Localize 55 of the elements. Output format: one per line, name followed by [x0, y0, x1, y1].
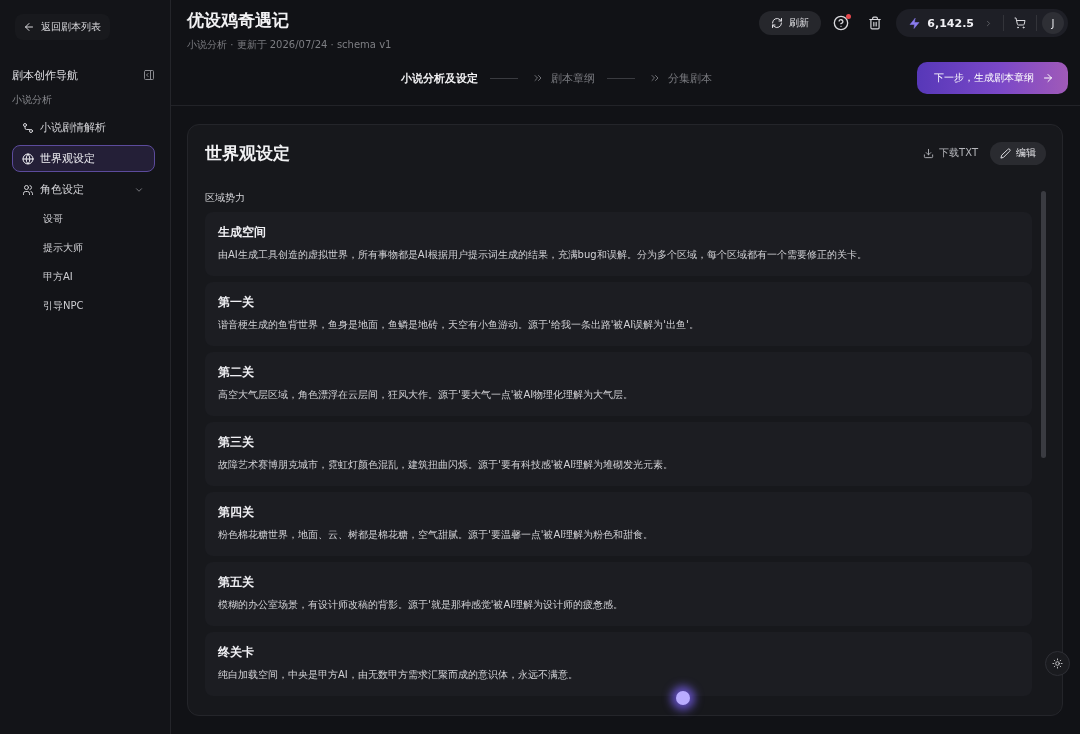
- step-tab[interactable]: 剧本章纲: [550, 70, 595, 86]
- nav-item[interactable]: 小说剧情解析: [12, 114, 155, 141]
- trash-icon[interactable]: [868, 16, 883, 30]
- nav-item[interactable]: 角色设定: [12, 176, 155, 203]
- panel-title: 世界观设定: [205, 141, 290, 165]
- nav-subitem[interactable]: 引导NPC: [12, 293, 155, 318]
- scrollbar-thumb[interactable]: [1041, 191, 1046, 458]
- credits-balance[interactable]: 6,142.5: [927, 16, 974, 30]
- nav-subitem[interactable]: 设哥: [12, 206, 155, 231]
- entry-description: 故障艺术赛博朋克城市，霓虹灯颜色混乱，建筑扭曲闪烁。源于'要有科技感'被AI理解为堆砌发光元素。: [218, 458, 675, 472]
- refresh-button[interactable]: 刷新: [759, 11, 822, 35]
- avatar[interactable]: J: [1042, 12, 1064, 34]
- double-chevron-icon: [648, 72, 661, 84]
- entry-description: 粉色棉花糖世界，地面、云、树都是棉花糖，空气甜腻。源于'要温馨一点'被AI理解为粉色和甜食。: [218, 528, 655, 542]
- double-chevron-icon: [531, 72, 544, 84]
- download-icon: [923, 147, 935, 159]
- group-label: 小说分析: [12, 93, 52, 106]
- entry-description: 纯白加载空间，中央是甲方AI，由无数甲方需求汇聚而成的意识体，永远不满意。: [218, 668, 579, 682]
- step-tab[interactable]: 分集剧本: [667, 70, 712, 86]
- help-button[interactable]: [833, 15, 850, 31]
- entry-description: 谐音梗生成的鱼背世界，鱼身是地面，鱼鳞是地砖，天空有小鱼游动。源于'给我一条出路'被AI误解为'出鱼'。: [218, 318, 700, 332]
- entry-title: 第三关: [218, 434, 255, 450]
- download-button[interactable]: 下载TXT: [923, 146, 978, 160]
- entry-title: 第五关: [218, 574, 255, 590]
- section-label: 区域势力: [205, 191, 246, 205]
- step-tab[interactable]: 小说分析及设定: [400, 70, 478, 86]
- next-step-button[interactable]: 下一步，生成剧本章纲: [917, 62, 1068, 94]
- page-title: 优设鸡奇遇记: [187, 9, 290, 31]
- entry-title: 终关卡: [218, 644, 255, 660]
- nav-subitem[interactable]: 提示大师: [12, 235, 155, 260]
- nav-subitem[interactable]: 甲方AI: [12, 264, 155, 289]
- refresh-icon: [771, 17, 784, 29]
- lightning-icon: [909, 17, 921, 29]
- users-icon: [22, 183, 34, 196]
- entry-title: 第四关: [218, 504, 255, 520]
- help-icon: [833, 15, 850, 31]
- nav-item[interactable]: 世界观设定: [12, 145, 155, 172]
- arrow-right-icon: [1042, 72, 1054, 84]
- page-subtitle: 小说分析 · 更新于 2026/07/24 · schema v1: [187, 39, 392, 51]
- edit-button[interactable]: 编辑: [990, 141, 1046, 165]
- entry-title: 第一关: [218, 294, 255, 310]
- entry-title: 第二关: [218, 364, 255, 380]
- pencil-icon: [1000, 147, 1011, 159]
- entry-description: 模糊的办公室场景，有设计师改稿的背影。源于'就是那种感觉'被AI理解为设计师的疲惫感。: [218, 598, 625, 612]
- arrow-left-icon: [23, 21, 35, 33]
- entry-description: 高空大气层区域，角色漂浮在云层间，狂风大作。源于'要大气一点'被AI物理化理解为大气层。: [218, 388, 635, 402]
- entry-description: 由AI生成工具创造的虚拟世界，所有事物都是AI根据用户提示词生成的结果，充满bug和误解。分为多个区域，每个区域都有一个需要修正的关卡。: [218, 248, 868, 262]
- back-button[interactable]: 返回剧本列表: [15, 14, 110, 40]
- nav-title: 剧本创作导航: [12, 67, 78, 83]
- nodes-icon: [22, 121, 34, 134]
- sidebar-panel-icon[interactable]: [143, 69, 155, 81]
- sun-icon: [1052, 658, 1063, 669]
- cart-icon[interactable]: [1014, 17, 1026, 29]
- entry-title: 生成空间: [218, 224, 267, 240]
- globe-icon: [22, 152, 34, 165]
